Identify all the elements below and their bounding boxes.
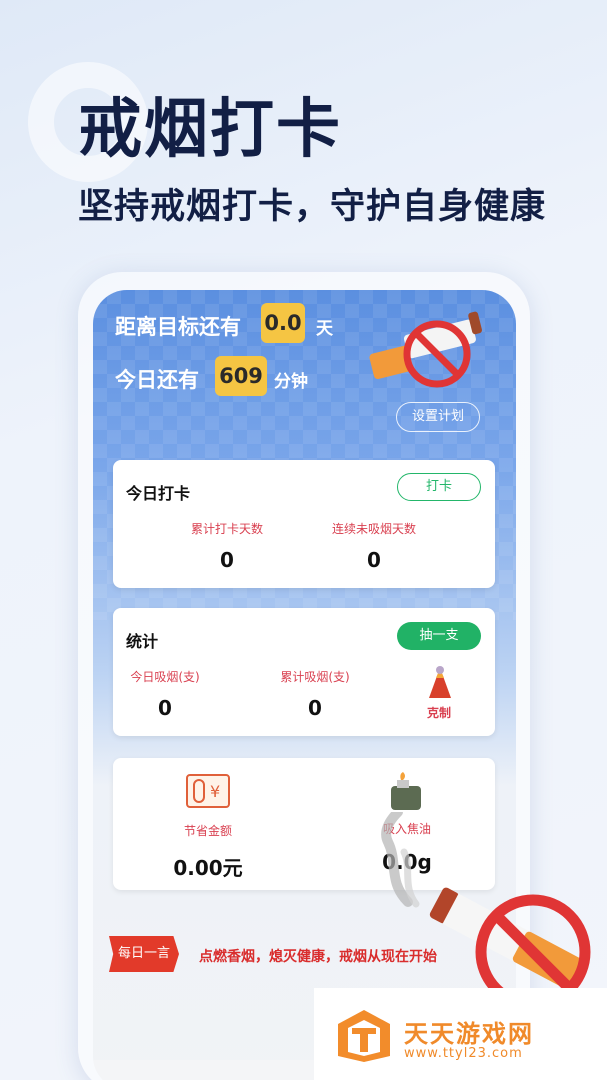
watermark-url: www.ttyl23.com	[404, 1046, 523, 1061]
consecutive-smokefree-days-value: 0	[367, 548, 381, 572]
target-days-badge: 0.0	[261, 303, 305, 343]
total-checkin-days-value: 0	[220, 548, 234, 572]
money-saved-label: 节省金额	[183, 824, 232, 838]
checkin-card-title: 今日打卡	[126, 484, 191, 503]
watermark-name: 天天游戏网	[404, 1020, 534, 1048]
checkin-button[interactable]: 打卡	[397, 473, 481, 501]
set-plan-button[interactable]: 设置计划	[396, 402, 480, 432]
target-unit: 天	[316, 319, 333, 339]
lighter-icon	[391, 772, 421, 810]
site-watermark: 天天游戏网 www.ttyl23.com	[314, 988, 607, 1080]
total-smoked-label: 累计吸烟(支)	[280, 670, 350, 684]
restrain-label[interactable]: 克制	[411, 704, 467, 721]
svg-text:¥: ¥	[210, 782, 220, 801]
hero-title: 戒烟打卡	[78, 93, 342, 167]
checkin-card: 今日打卡 打卡 累计打卡天数 0 连续未吸烟天数 0	[113, 460, 495, 588]
today-smoked-label: 今日吸烟(支)	[130, 670, 200, 684]
total-smoked-value: 0	[308, 696, 322, 720]
hero-subtitle: 坚持戒烟打卡，守护自身健康	[78, 187, 547, 227]
stats-card: 统计 抽一支 今日吸烟(支) 0 累计吸烟(支) 0 克制	[113, 608, 495, 736]
money-icon: ¥	[186, 774, 230, 808]
money-saved-value: 0.00元	[173, 856, 243, 880]
today-minutes-badge: 609	[215, 356, 267, 396]
target-label: 距离目标还有	[115, 315, 241, 339]
consecutive-smokefree-days-label: 连续未吸烟天数	[331, 522, 416, 536]
stats-card-title: 统计	[126, 632, 159, 651]
total-checkin-days-label: 累计打卡天数	[190, 522, 263, 536]
today-label: 今日还有	[115, 368, 199, 392]
volcano-icon[interactable]	[425, 666, 453, 700]
watermark-logo-icon	[338, 1010, 390, 1062]
today-smoked-value: 0	[158, 696, 172, 720]
smoke-one-button[interactable]: 抽一支	[397, 622, 481, 650]
today-unit: 分钟	[274, 372, 308, 392]
no-smoking-icon	[369, 311, 482, 388]
daily-quote-tag: 每日一言	[109, 936, 179, 972]
cigarette-no-smoking-icon	[381, 812, 591, 988]
